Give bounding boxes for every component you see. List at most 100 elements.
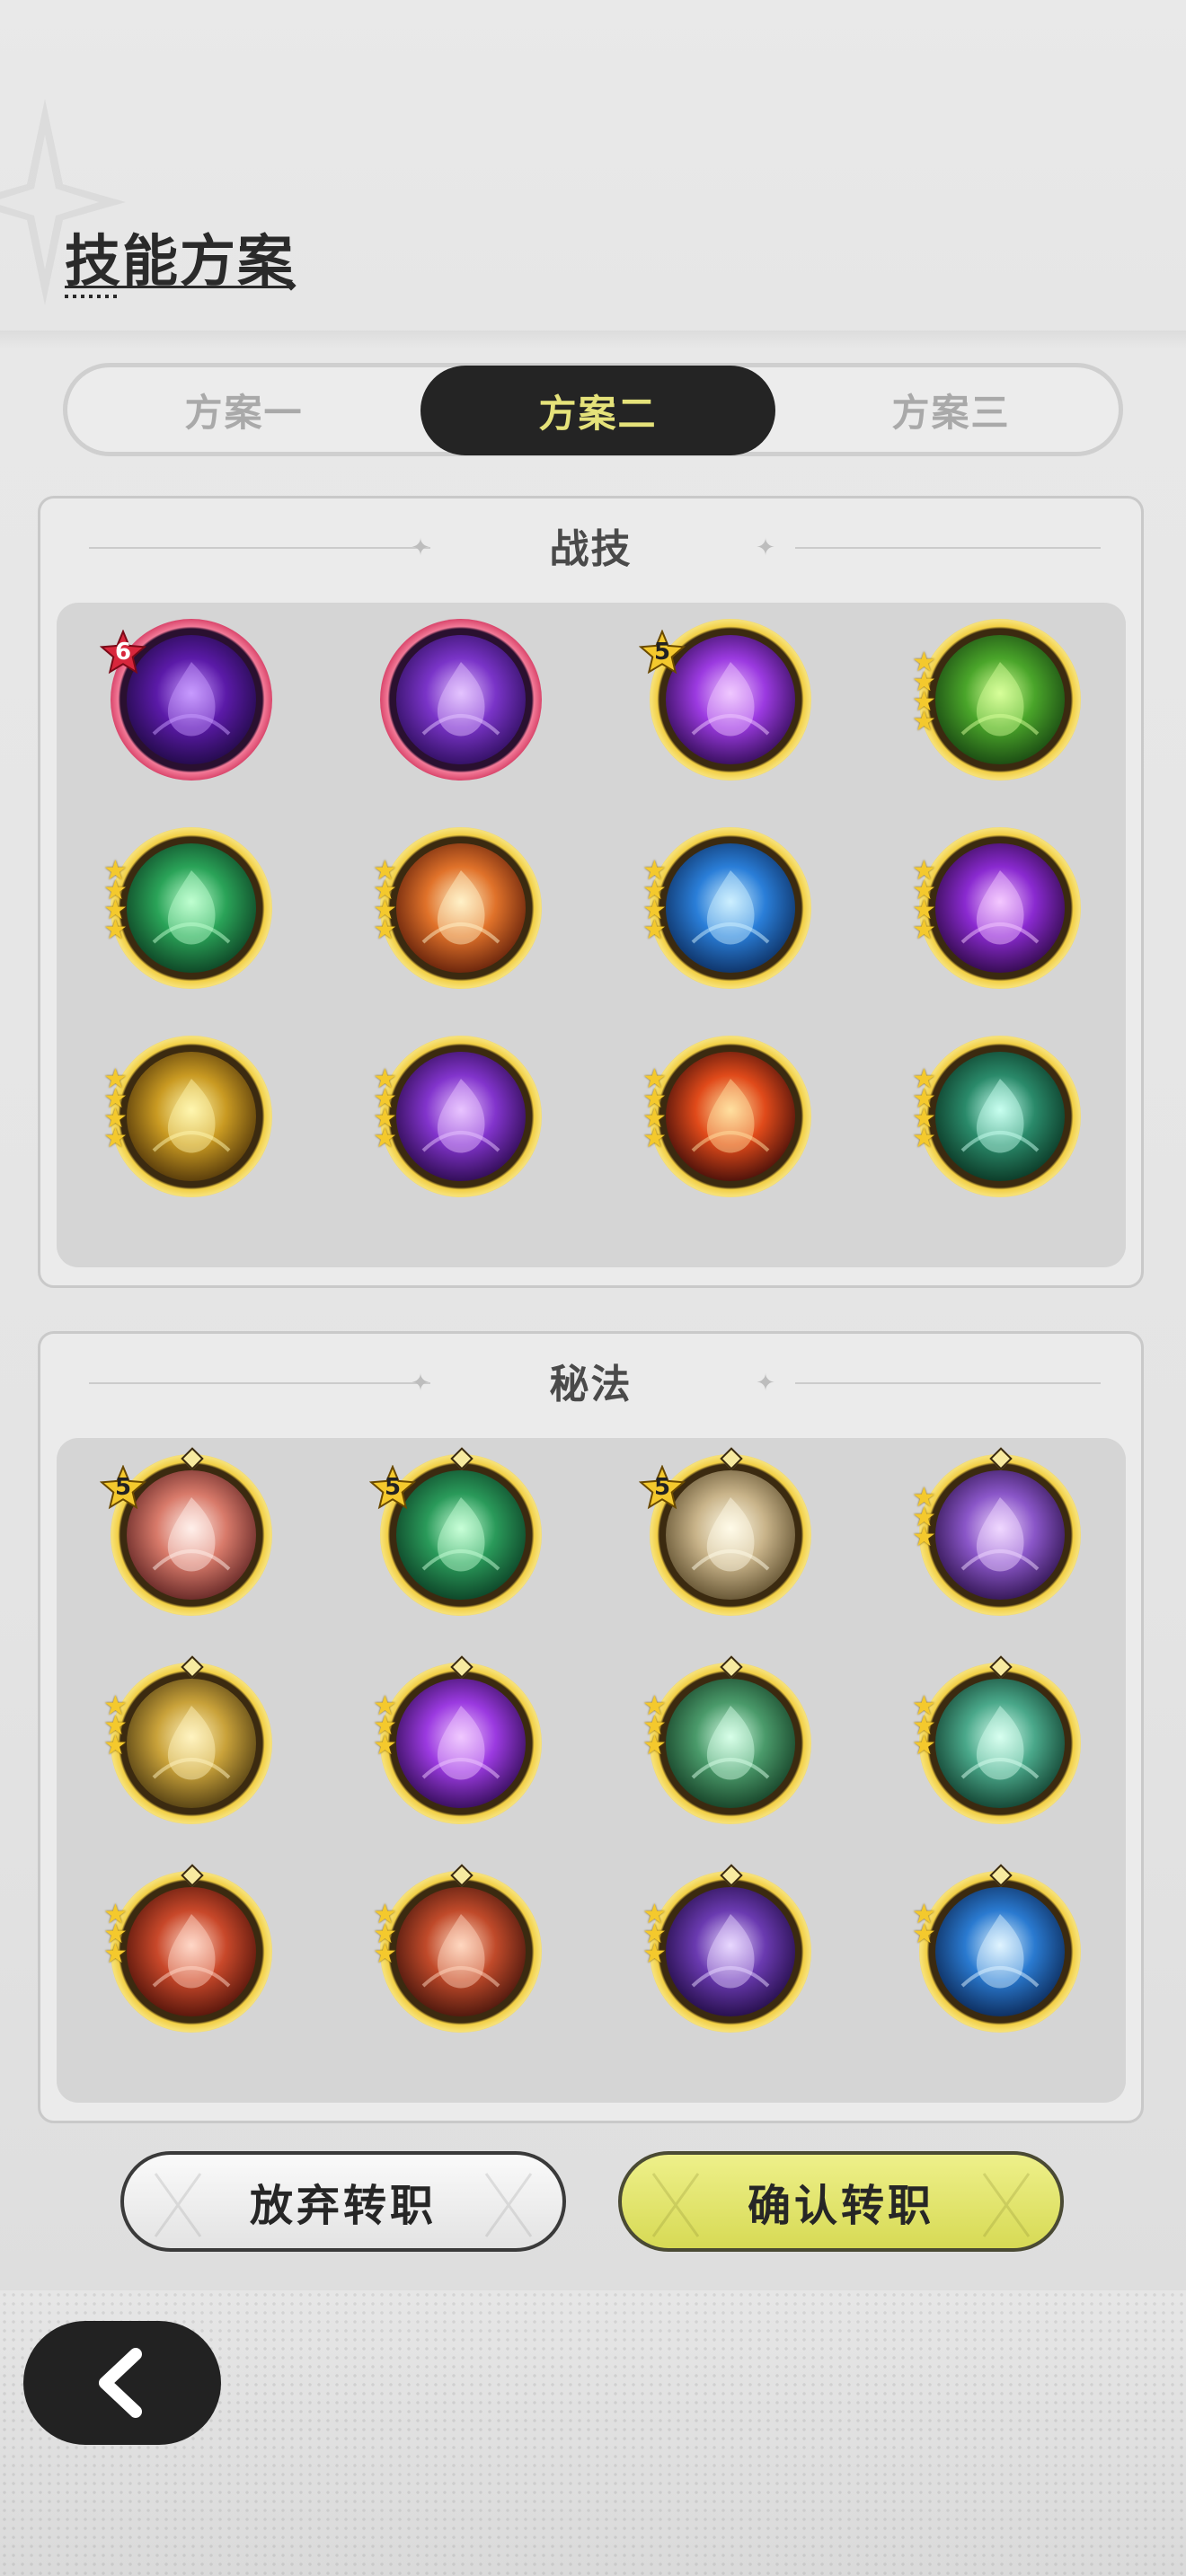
skill-icon[interactable]: 5	[639, 1447, 811, 1616]
star-rating: ★ ★ ★ ★	[642, 1066, 669, 1154]
star-rating: ★ ★ ★ ★	[373, 858, 400, 946]
green-burst-skill-icon	[666, 1679, 795, 1808]
skill-icon[interactable]: ★ ★ ★ ★	[912, 1036, 1081, 1197]
page-title: 技能方案	[65, 228, 296, 294]
secret-arts-panel: ✦ 秘法 ✦ 5 5 5 ★ ★ ★ ★ ★ ★ ★ ★ ★ ★ ★ ★ ★ ★…	[38, 1331, 1144, 2123]
level-badge: 6	[100, 630, 146, 676]
back-button[interactable]	[23, 2321, 221, 2445]
confirm-class-change-button[interactable]: 确认转职	[618, 2151, 1064, 2252]
star-rating: ★ ★ ★	[912, 1485, 939, 1553]
skill-icon[interactable]: ★ ★ ★	[912, 1655, 1081, 1824]
star-rating: ★ ★ ★ ★	[373, 1066, 400, 1154]
star-icon: ★	[103, 1938, 128, 1970]
skill-icon[interactable]	[380, 619, 542, 781]
level-number: 5	[653, 1474, 671, 1501]
star-icon: ★	[912, 914, 936, 946]
star-rating: ★ ★ ★ ★	[642, 858, 669, 946]
sparkle-icon: ✦	[756, 1370, 775, 1397]
violet-diamond-skill-icon	[935, 843, 1065, 973]
red-fist-skill-icon	[396, 1887, 526, 2016]
star-rating: ★ ★ ★	[642, 1693, 669, 1761]
star-icon: ★	[912, 1123, 936, 1154]
x-deco-icon	[651, 2173, 700, 2237]
skill-icon[interactable]: ★ ★ ★	[373, 1864, 542, 2033]
tab-plan-2[interactable]: 方案二	[420, 366, 775, 455]
skill-icon[interactable]: ★ ★ ★	[642, 1864, 811, 2033]
level-number: 6	[114, 639, 132, 666]
star-icon: ★	[103, 1730, 128, 1761]
violet-fist-skill-icon	[935, 1470, 1065, 1600]
skill-icon[interactable]: ★ ★ ★ ★	[103, 827, 272, 989]
star-rating: ★ ★ ★	[373, 1901, 400, 1968]
skill-icon[interactable]: ★ ★ ★ ★	[103, 1036, 272, 1197]
panel-title: 秘法	[549, 1362, 633, 1407]
skill-icon[interactable]: ★ ★ ★ ★	[912, 619, 1081, 781]
skill-icon[interactable]: ★ ★ ★	[642, 1655, 811, 1824]
star-rating: ★ ★ ★ ★	[912, 1066, 939, 1154]
back-arrow-icon	[99, 2348, 142, 2418]
panel-header: ✦ 秘法 ✦	[40, 1334, 1141, 1433]
star-rating: ★ ★ ★ ★	[912, 649, 939, 736]
divider-right	[795, 547, 1101, 549]
skill-icon[interactable]: 5	[100, 1447, 272, 1616]
divider-right	[795, 1382, 1101, 1384]
skill-icon[interactable]: ★ ★ ★	[373, 1655, 542, 1824]
star-icon: ★	[373, 914, 397, 946]
skill-icon[interactable]: 5	[639, 619, 811, 781]
star-rating: ★ ★ ★ ★	[912, 858, 939, 946]
red-fire-skill-icon	[666, 1052, 795, 1181]
gold-bird-skill-icon	[127, 1679, 256, 1808]
violet-eye-skill-icon	[396, 1679, 526, 1808]
sparkle-icon: ✦	[756, 534, 775, 561]
level-number: 5	[114, 1474, 132, 1501]
confirm-label: 确认转职	[747, 2181, 934, 2231]
skill-icon[interactable]: ★ ★ ★	[103, 1655, 272, 1824]
skill-icon[interactable]: ★ ★ ★ ★	[642, 1036, 811, 1197]
red-figure-skill-icon	[127, 1887, 256, 2016]
blue-shard-skill-icon	[935, 1887, 1065, 2016]
title-dots	[65, 295, 119, 298]
star-rating: ★ ★ ★	[103, 1693, 130, 1761]
star-icon: ★	[912, 1919, 936, 1950]
violet-hand-skill-icon	[396, 1052, 526, 1181]
star-rating: ★ ★	[912, 1901, 939, 1950]
skill-icon[interactable]: ★ ★ ★ ★	[642, 827, 811, 989]
skill-icon[interactable]: ★ ★ ★ ★	[373, 1036, 542, 1197]
skill-icon[interactable]: ★ ★ ★ ★	[912, 827, 1081, 989]
star-icon: ★	[642, 1123, 667, 1154]
header-separator	[0, 331, 1186, 348]
skill-icon[interactable]: ★ ★ ★	[103, 1864, 272, 2033]
combat-skills-panel: ✦ 战技 ✦ 6 5 ★ ★ ★ ★ ★ ★ ★ ★ ★ ★ ★ ★ ★ ★ ★…	[38, 496, 1144, 1288]
star-rating: ★ ★ ★ ★	[103, 1066, 130, 1152]
teal-leaf-skill-icon	[935, 1679, 1065, 1808]
x-deco-icon	[484, 2173, 533, 2237]
star-rating: ★ ★ ★ ★	[103, 858, 130, 946]
skill-icon[interactable]: 6	[100, 619, 272, 781]
star-icon: ★	[642, 914, 667, 946]
star-icon: ★	[103, 914, 128, 946]
skill-icon[interactable]: ★ ★ ★	[912, 1447, 1081, 1616]
level-badge: 5	[639, 1465, 686, 1512]
violet-figure-skill-icon	[666, 1887, 795, 2016]
blue-ghost-skill-icon	[666, 843, 795, 973]
abandon-class-change-button[interactable]: 放弃转职	[120, 2151, 566, 2252]
skill-icon[interactable]: ★ ★ ★ ★	[373, 827, 542, 989]
violet-swirl-skill-icon	[396, 635, 526, 764]
skill-icon[interactable]: ★ ★	[912, 1864, 1081, 2033]
skill-icon[interactable]: 5	[369, 1447, 542, 1616]
teal-thorn-skill-icon	[935, 1052, 1065, 1181]
tab-plan-1[interactable]: 方案一	[67, 367, 420, 452]
level-badge: 5	[369, 1465, 416, 1512]
level-number: 5	[653, 639, 671, 666]
panel-header: ✦ 战技 ✦	[40, 498, 1141, 597]
title-underline	[65, 286, 289, 288]
level-number: 5	[384, 1474, 402, 1501]
gold-cross-skill-icon	[127, 1052, 256, 1181]
star-icon: ★	[912, 1522, 936, 1553]
header: 技能方案	[0, 0, 1186, 331]
star-icon: ★	[642, 1730, 667, 1761]
tab-plan-3[interactable]: 方案三	[774, 367, 1128, 452]
star-icon: ★	[373, 1123, 397, 1154]
orange-beast-skill-icon	[396, 843, 526, 973]
plan-tabs: 方案一 方案二 方案三	[63, 363, 1123, 456]
